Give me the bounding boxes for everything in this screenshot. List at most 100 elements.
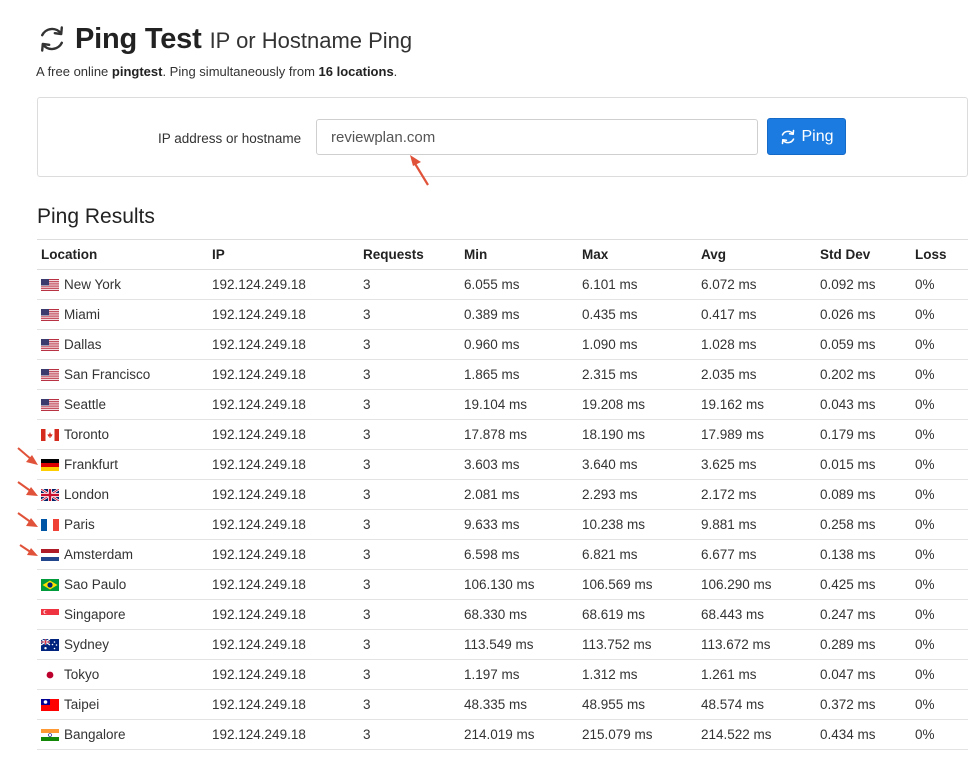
table-row: Taipei 192.124.249.18 3 48.335 ms 48.955 ms 4… bbox=[37, 689, 968, 720]
column-header-std-dev: Std Dev bbox=[816, 239, 911, 270]
cell-location: Singapore bbox=[37, 599, 208, 630]
cell-loss: 0% bbox=[911, 689, 968, 720]
cell-location: Amsterdam bbox=[37, 539, 208, 570]
cell-ip: 192.124.249.18 bbox=[208, 389, 359, 420]
cell-min: 17.878 ms bbox=[460, 419, 578, 450]
cell-stddev: 0.059 ms bbox=[816, 329, 911, 360]
cell-location: Dallas bbox=[37, 329, 208, 360]
flag-nl-icon bbox=[41, 548, 59, 561]
cell-avg: 2.035 ms bbox=[697, 359, 816, 390]
flag-us-icon bbox=[41, 368, 59, 381]
column-header-max: Max bbox=[578, 239, 697, 270]
cell-stddev: 0.202 ms bbox=[816, 359, 911, 390]
cell-max: 106.569 ms bbox=[578, 569, 697, 600]
cell-stddev: 0.092 ms bbox=[816, 269, 911, 300]
table-row: Singapore 192.124.249.18 3 68.330 ms 68.619 … bbox=[37, 599, 968, 630]
cell-avg: 106.290 ms bbox=[697, 569, 816, 600]
cell-avg: 48.574 ms bbox=[697, 689, 816, 720]
cell-ip: 192.124.249.18 bbox=[208, 539, 359, 570]
cell-ip: 192.124.249.18 bbox=[208, 599, 359, 630]
cell-max: 10.238 ms bbox=[578, 509, 697, 540]
cell-max: 6.101 ms bbox=[578, 269, 697, 300]
cell-location: New York bbox=[37, 269, 208, 300]
location-wrapper: Seattle bbox=[41, 397, 204, 412]
cell-max: 48.955 ms bbox=[578, 689, 697, 720]
ping-button-label: Ping bbox=[801, 127, 834, 145]
cell-requests: 3 bbox=[359, 359, 460, 390]
cell-max: 68.619 ms bbox=[578, 599, 697, 630]
cell-loss: 0% bbox=[911, 629, 968, 660]
ping-button[interactable]: Ping bbox=[767, 118, 846, 155]
flag-tw-icon bbox=[41, 698, 59, 711]
flag-sg-icon bbox=[41, 608, 59, 621]
cell-requests: 3 bbox=[359, 659, 460, 690]
column-header-ip: IP bbox=[208, 239, 359, 270]
table-row: Frankfurt 192.124.249.18 3 3.603 ms 3.640 ms… bbox=[37, 449, 968, 480]
cell-stddev: 0.425 ms bbox=[816, 569, 911, 600]
cell-max: 0.435 ms bbox=[578, 299, 697, 330]
cell-requests: 3 bbox=[359, 689, 460, 720]
cell-requests: 3 bbox=[359, 449, 460, 480]
column-header-avg: Avg bbox=[697, 239, 816, 270]
column-header-loss: Loss bbox=[911, 239, 968, 270]
cell-min: 0.389 ms bbox=[460, 299, 578, 330]
cell-ip: 192.124.249.18 bbox=[208, 509, 359, 540]
column-header-requests: Requests bbox=[359, 239, 460, 270]
cell-avg: 1.028 ms bbox=[697, 329, 816, 360]
cell-location: Paris bbox=[37, 509, 208, 540]
cell-location: Bangalore bbox=[37, 719, 208, 750]
cell-loss: 0% bbox=[911, 269, 968, 300]
hostname-input[interactable] bbox=[316, 119, 758, 155]
column-header-min: Min bbox=[460, 239, 578, 270]
table-row: New York 192.124.249.18 3 6.055 ms 6.101 ms 6… bbox=[37, 269, 968, 300]
cell-loss: 0% bbox=[911, 329, 968, 360]
table-row: Bangalore 192.124.249.18 3 214.019 ms 215.07… bbox=[37, 719, 968, 750]
cell-stddev: 0.372 ms bbox=[816, 689, 911, 720]
cell-loss: 0% bbox=[911, 719, 968, 750]
cell-avg: 214.522 ms bbox=[697, 719, 816, 750]
cell-location: San Francisco bbox=[37, 359, 208, 390]
cell-requests: 3 bbox=[359, 539, 460, 570]
location-wrapper: San Francisco bbox=[41, 367, 204, 382]
cell-requests: 3 bbox=[359, 509, 460, 540]
results-body: New York 192.124.249.18 3 6.055 ms 6.101 ms 6… bbox=[37, 269, 968, 750]
location-wrapper: Taipei bbox=[41, 697, 204, 712]
location-name: Dallas bbox=[64, 337, 102, 352]
results-heading: Ping Results bbox=[37, 205, 155, 228]
location-wrapper: Bangalore bbox=[41, 727, 204, 742]
cell-min: 19.104 ms bbox=[460, 389, 578, 420]
cell-requests: 3 bbox=[359, 479, 460, 510]
cell-min: 113.549 ms bbox=[460, 629, 578, 660]
cell-stddev: 0.258 ms bbox=[816, 509, 911, 540]
page-header: Ping Test IP or Hostname Ping A free onl… bbox=[36, 18, 412, 80]
flag-ca-icon bbox=[41, 428, 59, 441]
cell-min: 3.603 ms bbox=[460, 449, 578, 480]
table-row: Sydney 192.124.249.18 3 113.549 ms 113.752 m… bbox=[37, 629, 968, 660]
location-wrapper: Frankfurt bbox=[41, 457, 204, 472]
location-wrapper: Amsterdam bbox=[41, 547, 204, 562]
subtitle-bold-locations: 16 locations bbox=[318, 64, 394, 79]
cell-loss: 0% bbox=[911, 419, 968, 450]
cell-requests: 3 bbox=[359, 599, 460, 630]
table-row: Toronto 192.124.249.18 3 17.878 ms 18.190 ms… bbox=[37, 419, 968, 450]
refresh-icon bbox=[782, 129, 795, 144]
refresh-icon bbox=[41, 26, 63, 52]
cell-stddev: 0.015 ms bbox=[816, 449, 911, 480]
column-header-location: Location bbox=[37, 239, 208, 270]
cell-stddev: 0.289 ms bbox=[816, 629, 911, 660]
cell-ip: 192.124.249.18 bbox=[208, 449, 359, 480]
cell-avg: 19.162 ms bbox=[697, 389, 816, 420]
flag-in-icon bbox=[41, 728, 59, 741]
flag-us-icon bbox=[41, 278, 59, 291]
cell-avg: 1.261 ms bbox=[697, 659, 816, 690]
cell-avg: 3.625 ms bbox=[697, 449, 816, 480]
cell-min: 6.598 ms bbox=[460, 539, 578, 570]
cell-min: 68.330 ms bbox=[460, 599, 578, 630]
cell-location: Miami bbox=[37, 299, 208, 330]
cell-max: 6.821 ms bbox=[578, 539, 697, 570]
table-row: Seattle 192.124.249.18 3 19.104 ms 19.208 ms… bbox=[37, 389, 968, 420]
subtitle-bold-pingtest: pingtest bbox=[111, 64, 163, 79]
cell-requests: 3 bbox=[359, 299, 460, 330]
location-wrapper: Singapore bbox=[41, 607, 204, 622]
cell-avg: 6.677 ms bbox=[697, 539, 816, 570]
